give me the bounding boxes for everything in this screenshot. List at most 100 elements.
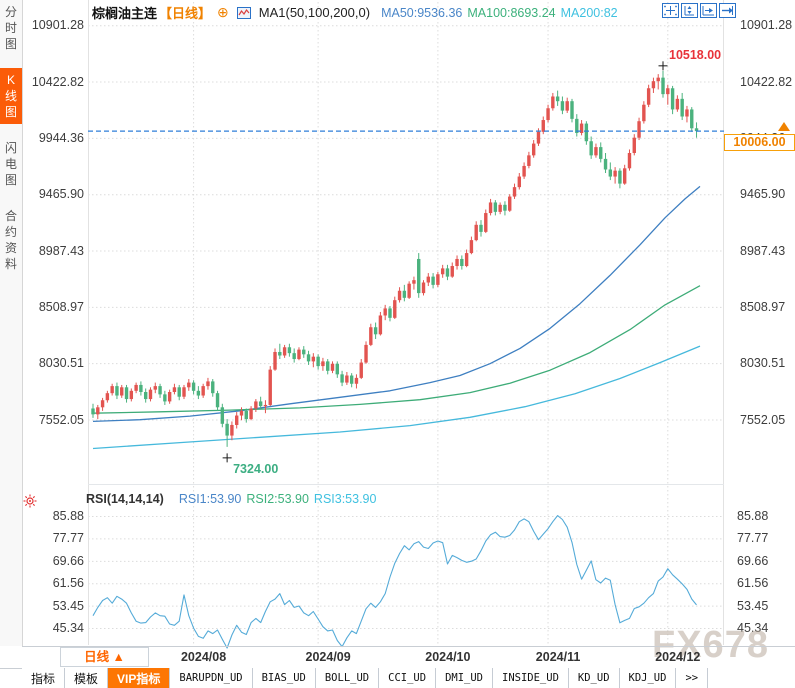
fit-y-axis-icon[interactable] [681,3,698,18]
candle-body [206,381,210,387]
candle-body [167,392,172,402]
candle-body [488,202,493,214]
price-and-rsi-chart[interactable] [88,0,724,650]
rsi-axis-label: 61.56 [737,576,769,591]
sidebar-tab-分时图[interactable]: 分时图 [0,0,22,56]
candle-body [426,276,430,283]
ma-value-label: MA50:9536.36 [381,6,463,20]
candle-body [661,77,665,95]
bottom-tab-INSIDE_UD[interactable]: INSIDE_UD [493,668,569,688]
candle-body [172,387,177,393]
price-up-arrow-icon [778,122,790,132]
bottom-tab-BIAS_UD[interactable]: BIAS_UD [253,668,316,688]
price-axis-label: 8030.51 [740,356,786,371]
candle-body [560,101,565,111]
candle-body [297,349,301,360]
candle-body [637,121,641,138]
rsi-settings-icon[interactable] [23,494,37,508]
candle-body [412,280,416,284]
candle-body [431,276,435,285]
rsi-axis-label: 69.66 [737,553,769,568]
ma-value-label: MA100:8693.24 [467,6,556,20]
rsi-axis-label: 85.88 [737,509,769,523]
bottom-tab-VIP指标[interactable]: VIP指标 [108,668,171,688]
fit-x-axis-icon[interactable] [700,3,717,18]
candle-body [613,170,617,177]
sidebar-tab-合约资料[interactable]: 合约资料 [0,204,22,276]
candle-body [407,283,411,298]
candle-body [182,387,186,397]
bottom-tab->>[interactable]: >> [676,668,709,688]
sidebar-tab-char: 资 [4,241,17,255]
symbol-title: 棕榈油主连 [92,6,158,21]
candle-body [469,240,474,254]
candle-body [383,308,387,316]
candle-body [316,356,320,367]
candle-body [508,196,512,211]
ma-value-labels: MA50:9536.36 MA100:8693.24 MA200:82 [376,5,618,20]
candle-body [627,153,632,169]
candle-body [594,147,598,156]
candle-body [364,344,368,363]
price-axis-label: 10422.82 [740,74,793,89]
sidebar-tab-char: 图 [4,37,17,51]
candle-body [402,290,407,298]
candle-body [196,390,201,396]
candle-body [158,386,162,395]
candle-body [632,137,636,154]
pan-right-icon[interactable] [719,3,736,18]
candle-body [201,386,205,396]
bottom-tab-指标[interactable]: 指标 [22,668,66,688]
last-price-box: 10006.00 [724,134,795,152]
candle-body [273,351,277,370]
candle-body [153,386,157,390]
ma-settings-label: MA1(50,100,200,0) [258,5,371,20]
candle-body [378,315,383,335]
candle-body [646,88,651,105]
candle-body [690,109,694,129]
bottom-tab-DMI_UD[interactable]: DMI_UD [436,668,493,688]
rsi-value-labels: RSI1:53.90 RSI2:53.90 RSI3:53.90 [174,492,377,506]
candle-body [651,81,656,89]
candle-body [105,393,110,401]
bottom-tab-CCI_UD[interactable]: CCI_UD [379,668,437,688]
bottom-tab-KD_UD[interactable]: KD_UD [569,668,620,688]
candle-body [91,408,95,415]
sidebar-tab-闪电图[interactable]: 闪电图 [0,136,22,192]
ma-chart-icon [236,6,251,19]
bottom-tab-模板[interactable]: 模板 [65,668,109,688]
ma-value-label: MA200:82 [560,6,618,20]
candle-body [603,158,608,170]
candle-body [512,187,517,197]
candle-body [618,170,622,184]
candle-body [541,120,545,132]
add-indicator-icon[interactable]: ⊕ [217,5,229,19]
candle-body [460,258,464,267]
candle-body [110,386,114,394]
rsi-axis-label: 77.77 [737,531,769,546]
sidebar-tab-char: 图 [4,173,17,187]
candle-body [211,381,215,394]
candle-body [244,410,248,420]
candle-body [354,377,359,384]
bottom-tab-BOLL_UD[interactable]: BOLL_UD [316,668,380,688]
candle-body [191,382,196,391]
low-price-label: 7324.00 [233,461,279,476]
candle-body [531,143,536,156]
candle-body [589,141,593,156]
candle-body [527,155,531,166]
candle-body [455,258,459,267]
crosshair-icon[interactable] [662,3,679,18]
candle-body [330,363,335,371]
period-selector-button[interactable]: 日线 ▲ [60,647,149,667]
candle-body [359,362,363,378]
price-axis-label: 8987.43 [740,243,786,258]
bottom-tab-KDJ_UD[interactable]: KDJ_UD [620,668,677,688]
candle-body [340,374,344,383]
candle-body [622,168,627,184]
candle-body [369,327,373,345]
candle-body [287,347,292,354]
bottom-tab-BARUPDN_UD[interactable]: BARUPDN_UD [170,668,253,688]
price-axis-label: 8508.97 [740,299,786,314]
sidebar-tab-K线图[interactable]: K线图 [0,68,22,124]
